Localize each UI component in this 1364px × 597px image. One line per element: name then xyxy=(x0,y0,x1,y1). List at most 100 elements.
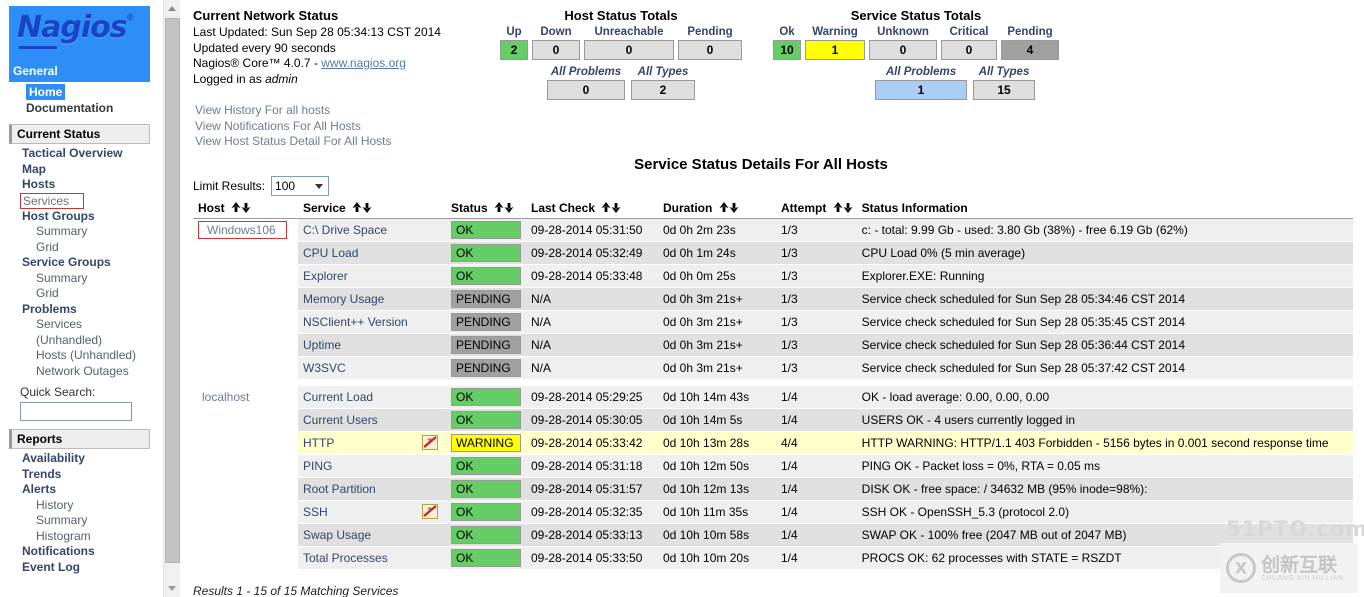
host-total-pending: Pending 0 xyxy=(678,26,742,60)
table-row[interactable]: NSClient++ Version PENDING N/A 0d 0h 3m … xyxy=(193,310,1353,334)
sidebar-item-alerts-history[interactable]: History xyxy=(36,498,163,514)
limit-results-select[interactable]: 100 xyxy=(271,176,330,196)
sidebar-item-problems-services[interactable]: Services xyxy=(36,317,163,333)
service-link[interactable]: CPU Load xyxy=(303,246,358,260)
sidebar-item-event-log[interactable]: Event Log xyxy=(22,560,163,576)
status-cell: OK xyxy=(446,264,526,288)
sidebar-item-hostgroups-grid[interactable]: Grid xyxy=(36,240,163,256)
sidebar-item-alerts[interactable]: Alerts xyxy=(22,482,163,498)
sort-arrows-icon[interactable] xyxy=(719,202,739,216)
service-link[interactable]: NSClient++ Version xyxy=(303,315,408,329)
scroll-up-arrow-icon[interactable] xyxy=(164,0,180,17)
service-link[interactable]: HTTP xyxy=(303,436,334,450)
table-row[interactable]: Memory Usage PENDING N/A 0d 0h 3m 21s+ 1… xyxy=(193,287,1353,311)
sidebar-item-home[interactable]: Home xyxy=(26,84,66,100)
table-row[interactable]: Swap Usage OK 09-28-2014 05:33:13 0d 10h… xyxy=(193,523,1353,547)
host-total-unreachable-value[interactable]: 0 xyxy=(584,40,674,60)
nagios-website-link[interactable]: www.nagios.org xyxy=(321,56,406,70)
table-row[interactable]: Windows106 C:\ Drive Space OK 09-28-2014… xyxy=(193,218,1353,242)
sidebar-item-hosts[interactable]: Hosts xyxy=(22,177,163,193)
column-header-last-check[interactable]: Last Check xyxy=(526,200,658,219)
table-row[interactable]: Explorer OK 09-28-2014 05:33:48 0d 0h 0m… xyxy=(193,264,1353,288)
nagios-logo[interactable]: Nagios ® General xyxy=(9,6,150,82)
column-header-host[interactable]: Host xyxy=(193,200,298,219)
service-link[interactable]: SSH xyxy=(303,505,328,519)
host-all-problems-value[interactable]: 0 xyxy=(547,80,625,100)
sidebar-item-problems-unhandled[interactable]: (Unhandled) xyxy=(36,333,163,349)
column-header-attempt[interactable]: Attempt xyxy=(776,200,857,219)
host-link-windows106[interactable]: Windows106 xyxy=(198,221,287,239)
column-header-status[interactable]: Status xyxy=(446,200,526,219)
table-row[interactable]: Uptime PENDING N/A 0d 0h 3m 21s+ 1/3 Ser… xyxy=(193,333,1353,357)
service-link[interactable]: Explorer xyxy=(303,269,348,283)
host-total-down-value[interactable]: 0 xyxy=(532,40,580,60)
service-link[interactable]: W3SVC xyxy=(303,361,346,375)
sidebar-item-hostgroups-summary[interactable]: Summary xyxy=(36,224,163,240)
table-row[interactable]: Current Users OK 09-28-2014 05:30:05 0d … xyxy=(193,408,1353,432)
service-total-unknown-value[interactable]: 0 xyxy=(869,40,937,60)
service-link[interactable]: C:\ Drive Space xyxy=(303,223,387,237)
service-cell: NSClient++ Version xyxy=(298,310,446,334)
host-total-pending-value[interactable]: 0 xyxy=(678,40,742,60)
sidebar-item-tactical-overview[interactable]: Tactical Overview xyxy=(22,146,163,162)
sidebar-item-map[interactable]: Map xyxy=(22,162,163,178)
service-link[interactable]: Current Users xyxy=(303,413,378,427)
sidebar-item-servicegroups-grid[interactable]: Grid xyxy=(36,286,163,302)
sidebar-item-servicegroups-summary[interactable]: Summary xyxy=(36,271,163,287)
quick-search-input[interactable] xyxy=(20,402,132,421)
service-link[interactable]: Memory Usage xyxy=(303,292,384,306)
host-all-types-value[interactable]: 2 xyxy=(631,80,695,100)
table-row[interactable]: Root Partition OK 09-28-2014 05:31:57 0d… xyxy=(193,477,1353,501)
view-notifications-link[interactable]: View Notifications For All Hosts xyxy=(195,119,392,135)
service-status-totals-columns: Ok 10 Warning 1 Unknown 0 Critical 0 Pen… xyxy=(746,26,1086,60)
scroll-down-arrow-icon[interactable] xyxy=(164,580,180,597)
service-link[interactable]: Uptime xyxy=(303,338,341,352)
sidebar-item-trends[interactable]: Trends xyxy=(22,467,163,483)
table-row[interactable]: HTTP WARNING 09-28-2014 05:33:42 0d 10h … xyxy=(193,431,1353,455)
sort-arrows-icon[interactable] xyxy=(231,202,251,216)
sort-arrows-icon[interactable] xyxy=(833,202,853,216)
sort-arrows-icon[interactable] xyxy=(494,202,514,216)
sidebar-item-alerts-histogram[interactable]: Histogram xyxy=(36,529,163,545)
sidebar-item-availability[interactable]: Availability xyxy=(22,451,163,467)
sidebar-item-notifications[interactable]: Notifications xyxy=(22,544,163,560)
sidebar-scrollbar[interactable] xyxy=(163,0,180,597)
table-row[interactable]: W3SVC PENDING N/A 0d 0h 3m 21s+ 1/3 Serv… xyxy=(193,356,1353,380)
service-total-ok-value[interactable]: 10 xyxy=(773,40,801,60)
sidebar-item-services[interactable]: Services xyxy=(20,192,85,209)
sidebar-item-service-groups[interactable]: Service Groups xyxy=(22,255,163,271)
service-link[interactable]: Root Partition xyxy=(303,482,376,496)
service-total-pending-value[interactable]: 4 xyxy=(1001,40,1059,60)
view-history-link[interactable]: View History For all hosts xyxy=(195,103,392,119)
service-link[interactable]: Total Processes xyxy=(303,551,388,565)
table-row[interactable]: PING OK 09-28-2014 05:31:18 0d 10h 12m 5… xyxy=(193,454,1353,478)
sidebar-item-host-groups[interactable]: Host Groups xyxy=(22,209,163,225)
sidebar-item-problems[interactable]: Problems xyxy=(22,302,163,318)
service-total-critical-value[interactable]: 0 xyxy=(941,40,997,60)
table-row[interactable]: localhost Current Load OK 09-28-2014 05:… xyxy=(193,385,1353,409)
service-link[interactable]: Current Load xyxy=(303,390,373,404)
view-host-status-detail-link[interactable]: View Host Status Detail For All Hosts xyxy=(195,134,392,150)
service-link[interactable]: PING xyxy=(303,459,332,473)
host-total-up-value[interactable]: 2 xyxy=(500,40,528,60)
sort-arrows-icon[interactable] xyxy=(352,202,372,216)
notifications-disabled-icon[interactable] xyxy=(422,434,438,450)
table-row[interactable]: SSH OK 09-28-2014 05:32:35 0d 10h 11m 35… xyxy=(193,500,1353,524)
sidebar-item-network-outages[interactable]: Network Outages xyxy=(36,364,163,380)
notifications-disabled-icon[interactable] xyxy=(422,503,438,519)
service-all-problems-value[interactable]: 1 xyxy=(875,80,967,100)
service-link[interactable]: Swap Usage xyxy=(303,528,371,542)
column-header-duration[interactable]: Duration xyxy=(658,200,776,219)
current-network-status-title: Current Network Status xyxy=(193,8,339,23)
scrollbar-thumb[interactable] xyxy=(165,18,180,563)
sort-arrows-icon[interactable] xyxy=(601,202,621,216)
service-total-warning-value[interactable]: 1 xyxy=(805,40,865,60)
service-all-types-value[interactable]: 15 xyxy=(973,80,1035,100)
sidebar-item-problems-hosts-unhandled[interactable]: Hosts (Unhandled) xyxy=(36,348,163,364)
sidebar-item-alerts-summary[interactable]: Summary xyxy=(36,513,163,529)
column-header-service[interactable]: Service xyxy=(298,200,446,219)
table-row[interactable]: Total Processes OK 09-28-2014 05:33:50 0… xyxy=(193,546,1353,570)
sidebar-item-documentation[interactable]: Documentation xyxy=(26,100,163,116)
table-row[interactable]: CPU Load OK 09-28-2014 05:32:49 0d 0h 1m… xyxy=(193,241,1353,265)
host-link-localhost[interactable]: localhost xyxy=(198,389,253,405)
